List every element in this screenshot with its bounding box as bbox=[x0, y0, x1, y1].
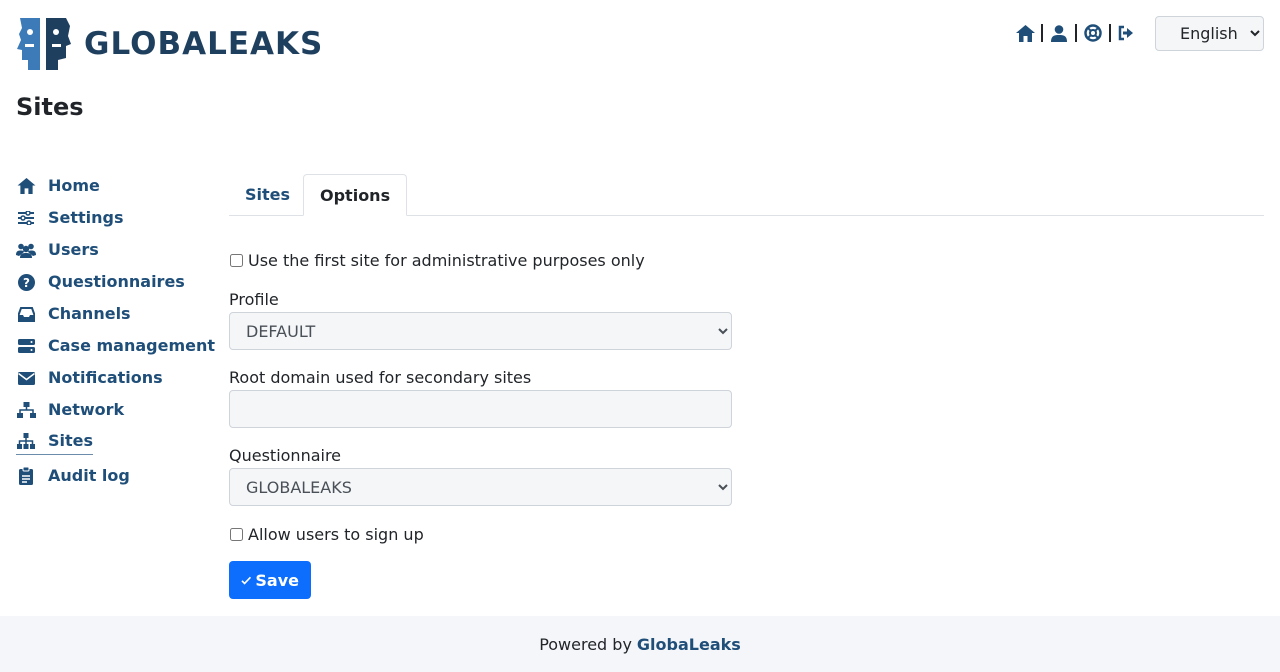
footer-prefix: Powered by bbox=[539, 634, 632, 654]
tab-sites[interactable]: Sites bbox=[229, 174, 306, 216]
sidebar-item-label: Case management bbox=[48, 336, 216, 355]
home-icon bbox=[16, 176, 36, 196]
separator bbox=[1109, 24, 1111, 42]
admin-only-row: Use the first site for administrative pu… bbox=[229, 248, 732, 272]
users-icon bbox=[16, 240, 36, 260]
sidebar-item-case-management[interactable]: Case management bbox=[16, 330, 216, 362]
sidebar-item-label: Network bbox=[48, 400, 125, 419]
question-icon: ? bbox=[16, 272, 36, 292]
active-item-underline: Sites bbox=[16, 431, 94, 455]
signup-label: Allow users to sign up bbox=[248, 524, 424, 544]
sidebar-item-label: Home bbox=[48, 176, 100, 195]
top-nav bbox=[1015, 22, 1137, 44]
root-domain-input[interactable] bbox=[229, 390, 732, 428]
sidebar-item-label: Users bbox=[48, 240, 99, 259]
sitemap-icon bbox=[16, 431, 36, 451]
language-select[interactable]: English bbox=[1155, 16, 1264, 51]
support-icon[interactable] bbox=[1083, 23, 1103, 43]
header: GLOBALEAKS English bbox=[16, 16, 1264, 72]
questionnaire-select[interactable]: GLOBALEAKS bbox=[229, 468, 732, 506]
signup-row: Allow users to sign up bbox=[229, 522, 732, 546]
footer: Powered by GlobaLeaks bbox=[0, 616, 1280, 672]
sidebar-item-settings[interactable]: Settings bbox=[16, 202, 216, 234]
envelope-icon bbox=[16, 368, 36, 388]
tab-options[interactable]: Options bbox=[303, 174, 408, 216]
sidebar: Home Settings Users ? Questionnaires Cha… bbox=[16, 170, 216, 492]
check-icon bbox=[241, 576, 252, 585]
save-button-label: Save bbox=[255, 570, 299, 590]
sidebar-item-label: Channels bbox=[48, 304, 131, 323]
logout-icon[interactable] bbox=[1117, 23, 1137, 43]
sidebar-item-home[interactable]: Home bbox=[16, 170, 216, 202]
admin-only-label: Use the first site for administrative pu… bbox=[248, 250, 645, 270]
sidebar-item-label: Settings bbox=[48, 208, 124, 227]
server-icon bbox=[16, 336, 36, 356]
inbox-icon bbox=[16, 304, 36, 324]
globaleaks-logo-icon bbox=[17, 18, 71, 70]
sidebar-item-sites[interactable]: Sites bbox=[16, 426, 216, 460]
brand-name: GLOBALEAKS bbox=[84, 26, 324, 62]
sidebar-item-label: Notifications bbox=[48, 368, 163, 387]
profile-select[interactable]: DEFAULT bbox=[229, 312, 732, 350]
home-icon[interactable] bbox=[1015, 23, 1035, 43]
tab-bar: Sites Options bbox=[229, 174, 1264, 216]
profile-label: Profile bbox=[229, 290, 279, 309]
logo[interactable]: GLOBALEAKS bbox=[16, 16, 323, 72]
sidebar-item-notifications[interactable]: Notifications bbox=[16, 362, 216, 394]
questionnaire-label: Questionnaire bbox=[229, 446, 342, 465]
footer-brand-link[interactable]: GlobaLeaks bbox=[637, 635, 741, 654]
options-form: Use the first site for administrative pu… bbox=[229, 248, 732, 599]
sidebar-item-channels[interactable]: Channels bbox=[16, 298, 216, 330]
sidebar-item-questionnaires[interactable]: ? Questionnaires bbox=[16, 266, 216, 298]
root-domain-label: Root domain used for secondary sites bbox=[229, 368, 532, 387]
separator bbox=[1041, 24, 1043, 42]
user-icon[interactable] bbox=[1049, 23, 1069, 43]
sidebar-item-users[interactable]: Users bbox=[16, 234, 216, 266]
sidebar-item-label: Sites bbox=[48, 431, 94, 450]
network-icon bbox=[16, 400, 36, 420]
sidebar-item-label: Questionnaires bbox=[48, 272, 185, 291]
sidebar-item-label: Audit log bbox=[48, 466, 130, 485]
sidebar-item-audit-log[interactable]: Audit log bbox=[16, 460, 216, 492]
signup-checkbox[interactable] bbox=[230, 527, 243, 541]
save-button[interactable]: Save bbox=[229, 561, 311, 599]
clipboard-icon bbox=[16, 466, 36, 486]
sliders-icon bbox=[16, 208, 36, 228]
separator bbox=[1075, 24, 1077, 42]
page-title: Sites bbox=[16, 93, 84, 121]
sidebar-item-network[interactable]: Network bbox=[16, 394, 216, 426]
svg-text:?: ? bbox=[23, 276, 30, 290]
admin-only-checkbox[interactable] bbox=[230, 253, 243, 267]
